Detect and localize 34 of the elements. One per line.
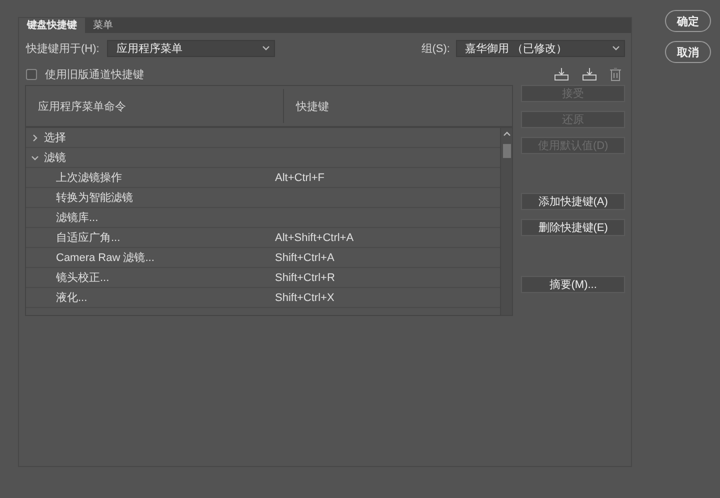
- side-button[interactable]: 摘要(M)...: [521, 276, 625, 293]
- command-row[interactable]: 上次滤镜操作 Alt+Ctrl+F: [26, 168, 500, 188]
- set-label: 组(S):: [421, 42, 450, 56]
- checkbox[interactable]: [26, 68, 37, 80]
- trash-icon[interactable]: [610, 68, 621, 80]
- command-row[interactable]: 自适应广角... Alt+Shift+Ctrl+A: [26, 228, 500, 248]
- chevron-down-icon: [612, 44, 620, 52]
- command-row[interactable]: 滤镜库...: [26, 208, 500, 228]
- chevron-right-icon: [31, 134, 39, 142]
- column-header: 快捷键: [294, 100, 330, 114]
- command-row[interactable]: 液化... Shift+Ctrl+X: [26, 288, 500, 308]
- cancel-button[interactable]: 取消: [665, 41, 711, 63]
- chevron-down-icon: [262, 44, 270, 52]
- legacy-channel-label: 使用旧版通道快捷键: [45, 68, 144, 82]
- shortcuts-for-dropdown[interactable]: 应用程序菜单: [107, 40, 276, 56]
- save-icon[interactable]: [554, 68, 569, 80]
- chevron-down-icon: [31, 154, 39, 162]
- category-row[interactable]: 滤镜: [26, 148, 500, 168]
- chevron-up-icon: [502, 130, 511, 138]
- save-as-icon[interactable]: [582, 68, 597, 80]
- shortcuts-for-label: 快捷键用于(H):: [26, 42, 100, 56]
- ok-button[interactable]: 确定: [665, 10, 711, 32]
- column-header: 应用程序菜单命令: [26, 89, 284, 123]
- command-row[interactable]: 镜头校正... Shift+Ctrl+R: [26, 268, 500, 288]
- scrollbar-thumb[interactable]: [502, 144, 511, 158]
- tab[interactable]: 菜单: [85, 18, 121, 33]
- side-button[interactable]: 添加快捷键(A): [521, 193, 625, 210]
- set-dropdown[interactable]: 嘉华御用 （已修改）: [456, 40, 625, 56]
- command-row[interactable]: 转换为智能滤镜: [26, 188, 500, 208]
- scrollbar[interactable]: [500, 128, 512, 315]
- tab[interactable]: 键盘快捷键: [19, 18, 85, 33]
- category-row[interactable]: 选择: [26, 128, 500, 148]
- side-button[interactable]: 删除快捷键(E): [521, 219, 625, 236]
- command-row[interactable]: Camera Raw 滤镜... Shift+Ctrl+A: [26, 248, 500, 268]
